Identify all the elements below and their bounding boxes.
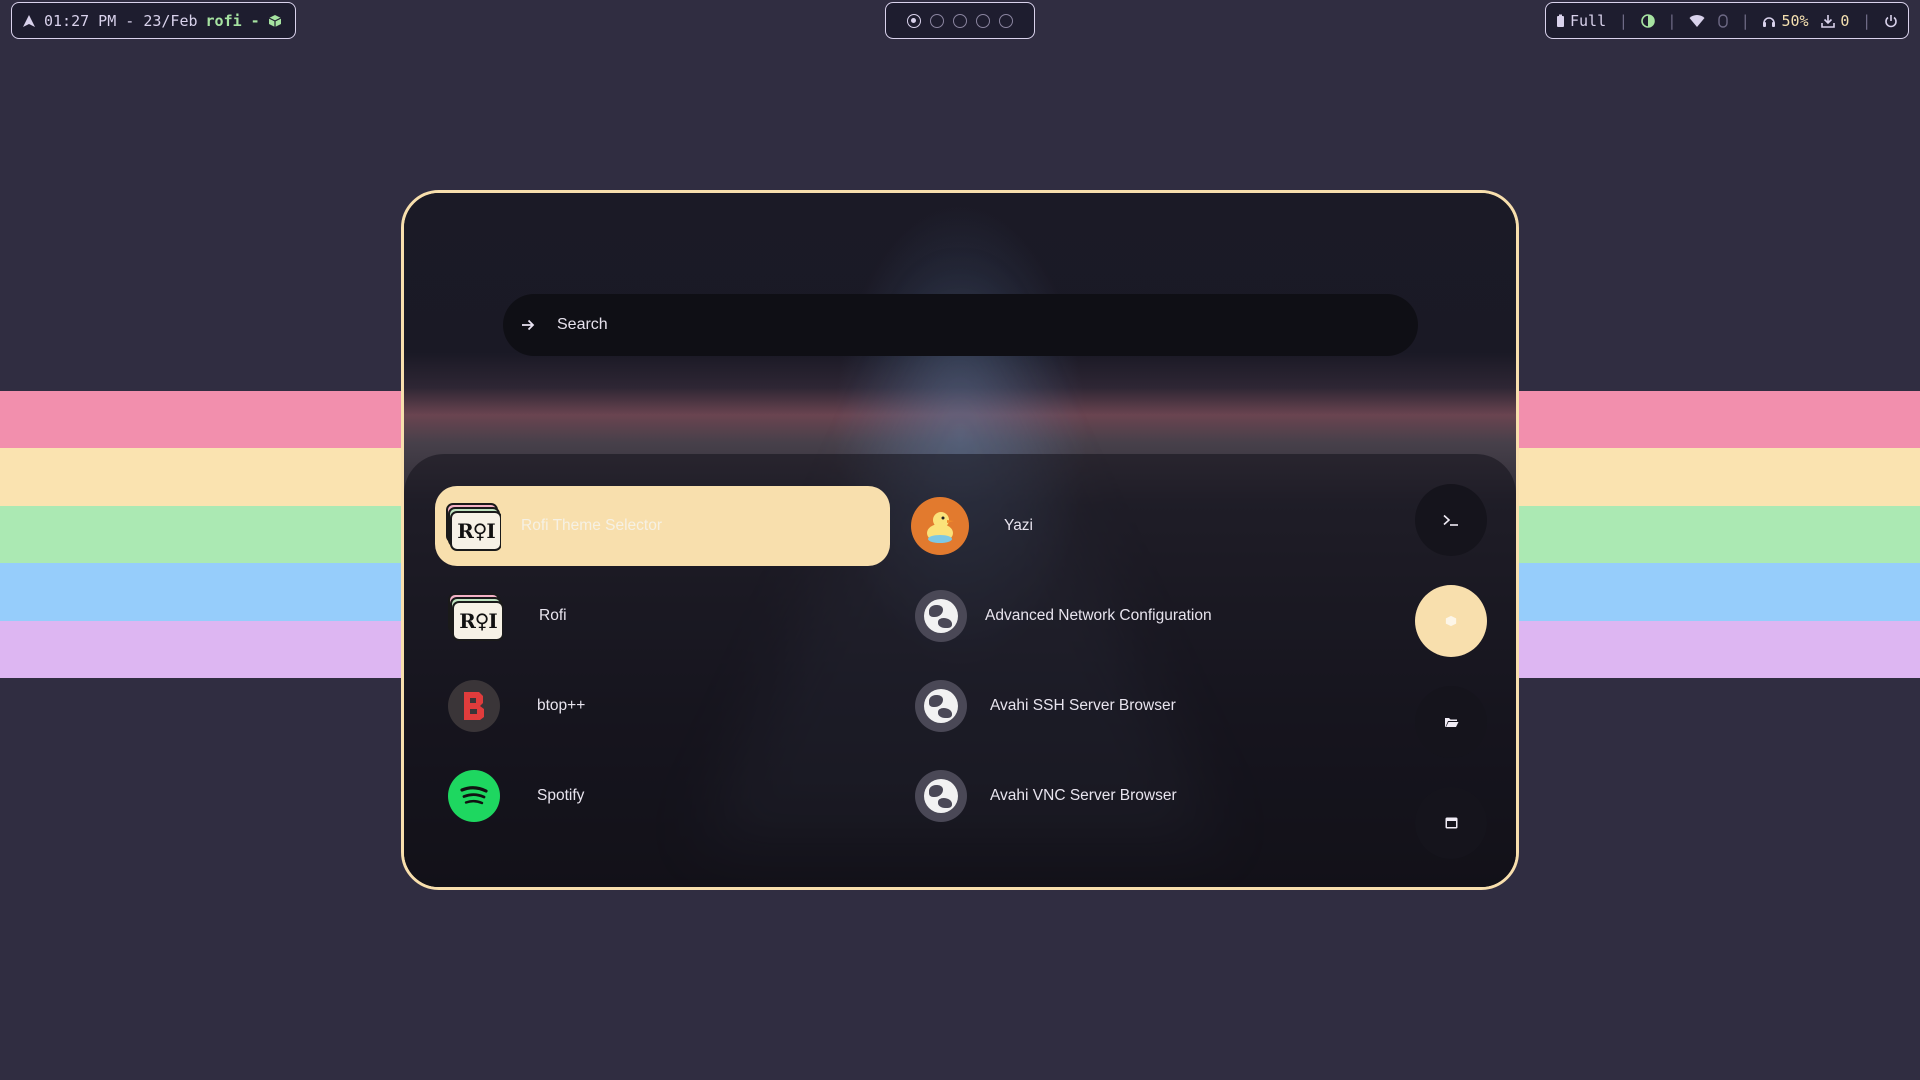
globe-icon [915, 590, 967, 642]
list-item-label: Advanced Network Configuration [985, 607, 1212, 624]
search-bar[interactable]: Search [503, 294, 1418, 356]
list-item-avahi-vnc-server-browser[interactable]: Avahi VNC Server Browser [915, 756, 1335, 836]
list-item-label: Avahi SSH Server Browser [990, 697, 1176, 714]
battery-label: Full [1570, 11, 1607, 30]
separator: | [1740, 11, 1750, 30]
list-item-advanced-network-configuration[interactable]: Advanced Network Configuration [915, 576, 1335, 656]
headphones-icon [1762, 14, 1776, 28]
list-item-label: Avahi VNC Server Browser [990, 787, 1177, 804]
spotify-icon [448, 770, 500, 822]
brightness-icon[interactable] [1640, 13, 1655, 28]
terminal-icon [1443, 511, 1459, 530]
wifi-icon[interactable] [1689, 14, 1705, 27]
windows-mode-button[interactable] [1415, 787, 1487, 859]
arch-logo-icon[interactable] [22, 14, 36, 28]
rofi-launcher-window: Search R♀I Rofi Theme Selector Yazi R♀I [401, 190, 1519, 890]
workspace-1-indicator[interactable] [907, 13, 921, 28]
package-icon [268, 14, 282, 28]
bluetooth-icon[interactable] [1718, 13, 1728, 28]
topbar-left-module: 01:27 PM - 23/Feb rofi - [11, 2, 296, 39]
globe-icon [915, 770, 967, 822]
separator: | [1862, 11, 1872, 30]
btop-icon [448, 680, 500, 732]
volume-label: 50% [1781, 11, 1809, 30]
globe-icon [915, 680, 967, 732]
list-item-rofi-theme-selector[interactable]: R♀I Rofi Theme Selector [435, 486, 890, 566]
files-mode-button[interactable] [1415, 686, 1487, 758]
list-item-btop[interactable]: btop++ [435, 666, 890, 746]
duck-icon [911, 497, 969, 555]
window-title: rofi - [205, 11, 260, 30]
search-input[interactable]: Search [557, 316, 608, 334]
updates-label: 0 [1840, 11, 1850, 30]
arrow-right-icon [521, 315, 537, 336]
workspace-3-indicator[interactable] [953, 13, 967, 28]
power-icon[interactable] [1884, 14, 1898, 28]
workspace-5-indicator[interactable] [999, 13, 1013, 28]
workspace-4-indicator[interactable] [976, 13, 990, 28]
window-icon [1445, 814, 1458, 833]
updates-status[interactable]: 0 [1821, 12, 1849, 30]
topbar-right-module: Full | | | 50% 0 | [1545, 2, 1909, 39]
battery-icon [1556, 14, 1565, 28]
workspace-2-indicator[interactable] [930, 13, 944, 28]
separator: | [1618, 11, 1628, 30]
rofi-icon: R♀I [445, 587, 503, 645]
package-icon [1445, 612, 1457, 631]
list-item-label: Rofi Theme Selector [521, 517, 662, 534]
workspace-switcher [885, 2, 1035, 39]
download-icon [1821, 14, 1836, 28]
battery-status[interactable]: Full [1556, 12, 1606, 30]
terminal-mode-button[interactable] [1415, 484, 1487, 556]
separator: | [1667, 11, 1677, 30]
list-item-label: Spotify [537, 787, 585, 804]
list-item-label: Yazi [1004, 517, 1034, 534]
list-item-rofi[interactable]: R♀I Rofi [435, 576, 890, 656]
list-item-label: Rofi [539, 607, 567, 624]
list-item-label: btop++ [537, 697, 586, 714]
list-item-yazi[interactable]: Yazi [911, 486, 1311, 566]
list-item-spotify[interactable]: Spotify [435, 756, 890, 836]
apps-mode-button[interactable] [1415, 585, 1487, 657]
list-item-avahi-ssh-server-browser[interactable]: Avahi SSH Server Browser [915, 666, 1335, 746]
clock[interactable]: 01:27 PM - 23/Feb [44, 12, 198, 30]
rofi-icon: R♀I [443, 497, 501, 555]
folder-icon [1444, 713, 1459, 732]
volume-status[interactable]: 50% [1762, 11, 1809, 30]
